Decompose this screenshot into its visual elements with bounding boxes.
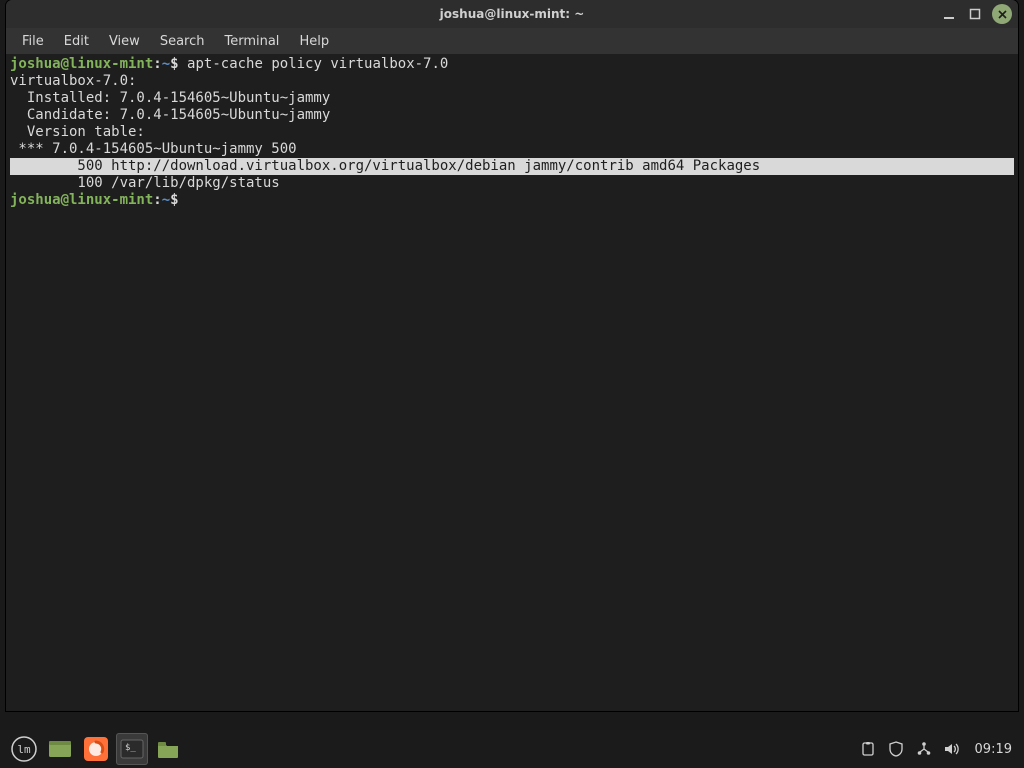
- menubar: File Edit View Search Terminal Help: [6, 28, 1018, 54]
- menu-help[interactable]: Help: [291, 31, 337, 52]
- taskbar-left: lm $_: [8, 733, 184, 765]
- svg-text:lm: lm: [17, 743, 31, 756]
- start-menu-button[interactable]: lm: [8, 733, 40, 765]
- prompt-user: joshua@linux-mint: [10, 56, 153, 72]
- taskbar: lm $_ 09:19: [0, 730, 1024, 768]
- terminal-task-icon[interactable]: $_: [116, 733, 148, 765]
- clipboard-icon[interactable]: [859, 740, 877, 758]
- output-line: Version table:: [10, 124, 145, 140]
- output-line: *** 7.0.4-154605~Ubuntu~jammy 500: [10, 141, 297, 157]
- shield-icon[interactable]: [887, 740, 905, 758]
- output-line: Candidate: 7.0.4-154605~Ubuntu~jammy: [10, 107, 330, 123]
- menu-edit[interactable]: Edit: [56, 31, 97, 52]
- prompt-sep: :: [153, 192, 161, 208]
- volume-icon[interactable]: [943, 740, 961, 758]
- show-desktop-button[interactable]: [44, 733, 76, 765]
- prompt-dollar: $: [170, 192, 178, 208]
- close-button[interactable]: [992, 4, 1012, 24]
- titlebar[interactable]: joshua@linux-mint: ~: [6, 0, 1018, 28]
- prompt-dollar: $: [170, 56, 178, 72]
- output-line: 100 /var/lib/dpkg/status: [10, 175, 280, 191]
- minimize-button[interactable]: [940, 5, 958, 23]
- menu-view[interactable]: View: [101, 31, 148, 52]
- command-text: apt-cache policy virtualbox-7.0: [187, 56, 448, 72]
- svg-text:$_: $_: [125, 743, 136, 753]
- network-icon[interactable]: [915, 740, 933, 758]
- output-line-highlighted: 500 http://download.virtualbox.org/virtu…: [10, 158, 1014, 175]
- files-icon[interactable]: [152, 733, 184, 765]
- menu-search[interactable]: Search: [152, 31, 213, 52]
- prompt-path: ~: [162, 56, 170, 72]
- prompt-path: ~: [162, 192, 170, 208]
- terminal-window: joshua@linux-mint: ~ File Edit View Sear…: [6, 0, 1018, 711]
- prompt-sep: :: [153, 56, 161, 72]
- window-controls: [940, 4, 1012, 24]
- window-title: joshua@linux-mint: ~: [440, 7, 585, 21]
- menu-terminal[interactable]: Terminal: [216, 31, 287, 52]
- output-line: virtualbox-7.0:: [10, 73, 136, 89]
- taskbar-right: 09:19: [859, 740, 1016, 758]
- clock[interactable]: 09:19: [971, 742, 1016, 757]
- maximize-button[interactable]: [966, 5, 984, 23]
- prompt-user: joshua@linux-mint: [10, 192, 153, 208]
- firefox-icon[interactable]: [80, 733, 112, 765]
- output-line: Installed: 7.0.4-154605~Ubuntu~jammy: [10, 90, 330, 106]
- terminal-body[interactable]: joshua@linux-mint:~$ apt-cache policy vi…: [6, 54, 1018, 213]
- menu-file[interactable]: File: [14, 31, 52, 52]
